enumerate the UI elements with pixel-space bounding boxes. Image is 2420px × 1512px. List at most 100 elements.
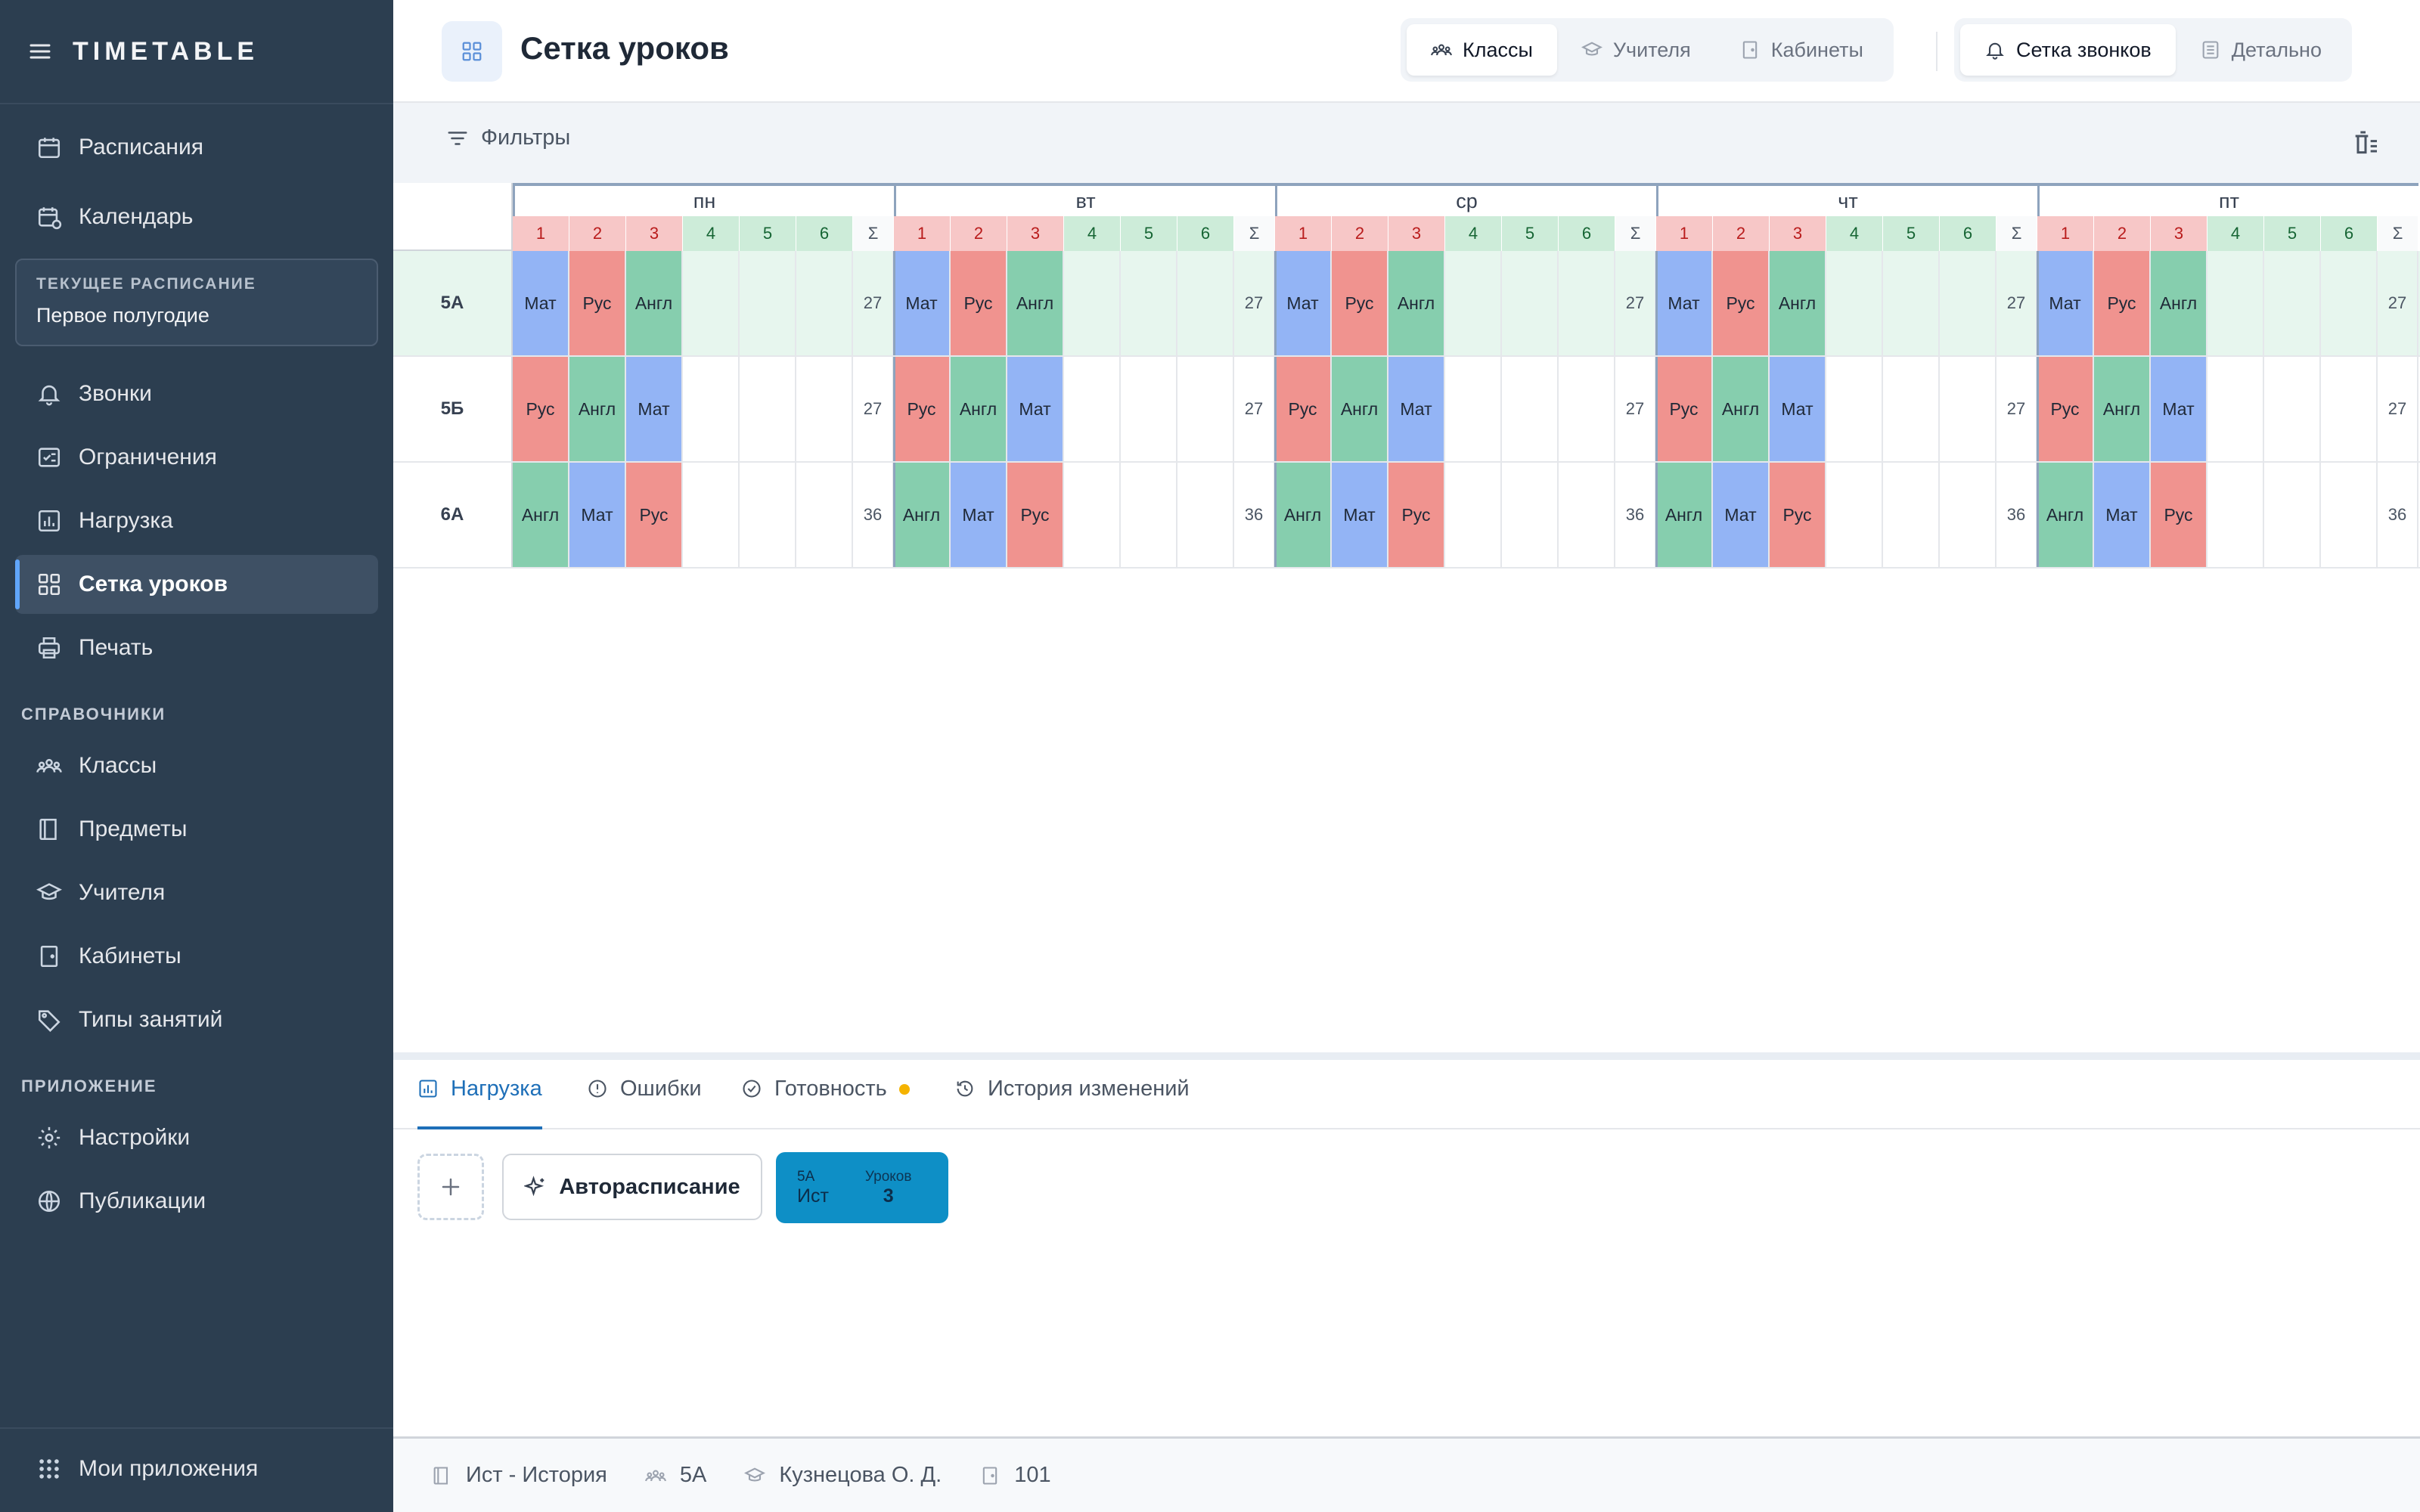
empty-lesson-cell[interactable] [740, 357, 796, 461]
sidebar-item-calendar[interactable]: Календарь [15, 187, 378, 246]
sidebar-item-workload[interactable]: Нагрузка [15, 491, 378, 550]
lesson-cell[interactable]: Англ [1770, 251, 1826, 355]
empty-lesson-cell[interactable] [1177, 357, 1234, 461]
lesson-cell[interactable]: Рус [2094, 251, 2151, 355]
lesson-cell[interactable]: Англ [1007, 251, 1064, 355]
lesson-cell[interactable]: Англ [951, 357, 1007, 461]
sidebar-item-publications[interactable]: Публикации [15, 1172, 378, 1231]
lesson-cell[interactable]: Мат [1388, 357, 1445, 461]
view-tab-classes[interactable]: Классы [1407, 24, 1557, 76]
lesson-cell[interactable]: Рус [1275, 357, 1332, 461]
lesson-cell[interactable]: Рус [2151, 463, 2207, 567]
sidebar-item-classes[interactable]: Классы [15, 736, 378, 795]
sidebar-item-my-apps[interactable]: Мои приложения [15, 1439, 378, 1498]
lesson-cell[interactable]: Англ [2151, 251, 2207, 355]
add-lesson-button[interactable] [417, 1154, 484, 1220]
sidebar-item-print[interactable]: Печать [15, 618, 378, 677]
panel-tab-workload[interactable]: Нагрузка [417, 1077, 542, 1129]
empty-lesson-cell[interactable] [1445, 357, 1502, 461]
sidebar-item-lesson-grid[interactable]: Сетка уроков [15, 555, 378, 614]
lesson-cell[interactable]: Рус [626, 463, 683, 567]
empty-lesson-cell[interactable] [1559, 251, 1615, 355]
empty-lesson-cell[interactable] [2207, 357, 2264, 461]
empty-lesson-cell[interactable] [1064, 463, 1121, 567]
empty-lesson-cell[interactable] [1121, 463, 1177, 567]
lesson-cell[interactable]: Мат [1332, 463, 1388, 567]
lesson-cell[interactable]: Англ [1388, 251, 1445, 355]
auto-schedule-button[interactable]: Авторасписание [502, 1154, 762, 1220]
empty-lesson-cell[interactable] [2207, 463, 2264, 567]
row-class-label[interactable]: 5Б [393, 357, 513, 461]
empty-lesson-cell[interactable] [1826, 251, 1883, 355]
lesson-cell[interactable]: Рус [513, 357, 569, 461]
empty-lesson-cell[interactable] [1502, 357, 1559, 461]
sidebar-item-lesson-types[interactable]: Типы занятий [15, 990, 378, 1049]
mode-tab-bell-grid[interactable]: Сетка звонков [1960, 24, 2176, 76]
empty-lesson-cell[interactable] [796, 251, 853, 355]
sidebar-item-schedules[interactable]: Расписания [15, 118, 378, 177]
clear-grid-icon[interactable] [2350, 129, 2381, 159]
current-schedule-selector[interactable]: ТЕКУЩЕЕ РАСПИСАНИЕ Первое полугодие [15, 259, 378, 346]
lesson-cell[interactable]: Мат [1656, 251, 1713, 355]
empty-lesson-cell[interactable] [1121, 251, 1177, 355]
lesson-cell[interactable]: Мат [2151, 357, 2207, 461]
panel-tab-history[interactable]: История изменений [954, 1077, 1190, 1129]
empty-lesson-cell[interactable] [1883, 463, 1940, 567]
empty-lesson-cell[interactable] [1502, 251, 1559, 355]
empty-lesson-cell[interactable] [1064, 251, 1121, 355]
empty-lesson-cell[interactable] [1502, 463, 1559, 567]
row-class-label[interactable]: 6А [393, 463, 513, 567]
lesson-cell[interactable]: Англ [2094, 357, 2151, 461]
empty-lesson-cell[interactable] [1883, 251, 1940, 355]
lesson-cell[interactable]: Мат [951, 463, 1007, 567]
lesson-cell[interactable]: Мат [569, 463, 626, 567]
sidebar-item-teachers[interactable]: Учителя [15, 863, 378, 922]
empty-lesson-cell[interactable] [740, 251, 796, 355]
lesson-cell[interactable]: Англ [513, 463, 569, 567]
lesson-cell[interactable]: Англ [894, 463, 951, 567]
empty-lesson-cell[interactable] [1559, 463, 1615, 567]
lesson-cell[interactable]: Рус [1332, 251, 1388, 355]
empty-lesson-cell[interactable] [1559, 357, 1615, 461]
empty-lesson-cell[interactable] [1445, 251, 1502, 355]
empty-lesson-cell[interactable] [1940, 251, 1996, 355]
panel-tab-errors[interactable]: Ошибки [587, 1077, 702, 1129]
lesson-cell[interactable]: Англ [1332, 357, 1388, 461]
empty-lesson-cell[interactable] [1064, 357, 1121, 461]
lesson-cell[interactable]: Рус [894, 357, 951, 461]
empty-lesson-cell[interactable] [740, 463, 796, 567]
sidebar-item-subjects[interactable]: Предметы [15, 800, 378, 859]
empty-lesson-cell[interactable] [2264, 463, 2321, 567]
view-tab-rooms[interactable]: Кабинеты [1715, 24, 1888, 76]
empty-lesson-cell[interactable] [1121, 357, 1177, 461]
sidebar-item-rooms[interactable]: Кабинеты [15, 927, 378, 986]
empty-lesson-cell[interactable] [683, 251, 740, 355]
panel-resize-handle[interactable] [393, 1052, 2420, 1060]
lesson-cell[interactable]: Рус [2037, 357, 2094, 461]
empty-lesson-cell[interactable] [1445, 463, 1502, 567]
lesson-cell[interactable]: Англ [1713, 357, 1770, 461]
lesson-cell[interactable]: Мат [1007, 357, 1064, 461]
mode-tab-detailed[interactable]: Детально [2176, 24, 2346, 76]
empty-lesson-cell[interactable] [2264, 251, 2321, 355]
lesson-cell[interactable]: Мат [2094, 463, 2151, 567]
sidebar-item-constraints[interactable]: Ограничения [15, 428, 378, 487]
lesson-cell[interactable]: Рус [1713, 251, 1770, 355]
empty-lesson-cell[interactable] [683, 357, 740, 461]
empty-lesson-cell[interactable] [1940, 357, 1996, 461]
lesson-cell[interactable]: Англ [626, 251, 683, 355]
lesson-cell[interactable]: Мат [1275, 251, 1332, 355]
empty-lesson-cell[interactable] [1883, 357, 1940, 461]
empty-lesson-cell[interactable] [683, 463, 740, 567]
lesson-cell[interactable]: Рус [569, 251, 626, 355]
filters-button[interactable]: Фильтры [446, 125, 570, 150]
panel-tab-readiness[interactable]: Готовность [741, 1077, 910, 1129]
empty-lesson-cell[interactable] [1177, 463, 1234, 567]
lesson-cell[interactable]: Мат [1770, 357, 1826, 461]
empty-lesson-cell[interactable] [2321, 251, 2378, 355]
view-tab-teachers[interactable]: Учителя [1557, 24, 1715, 76]
empty-lesson-cell[interactable] [2264, 357, 2321, 461]
unplaced-lesson-card[interactable]: 5А Ист Уроков 3 [776, 1152, 948, 1223]
lesson-cell[interactable]: Англ [2037, 463, 2094, 567]
sidebar-item-bells[interactable]: Звонки [15, 364, 378, 423]
